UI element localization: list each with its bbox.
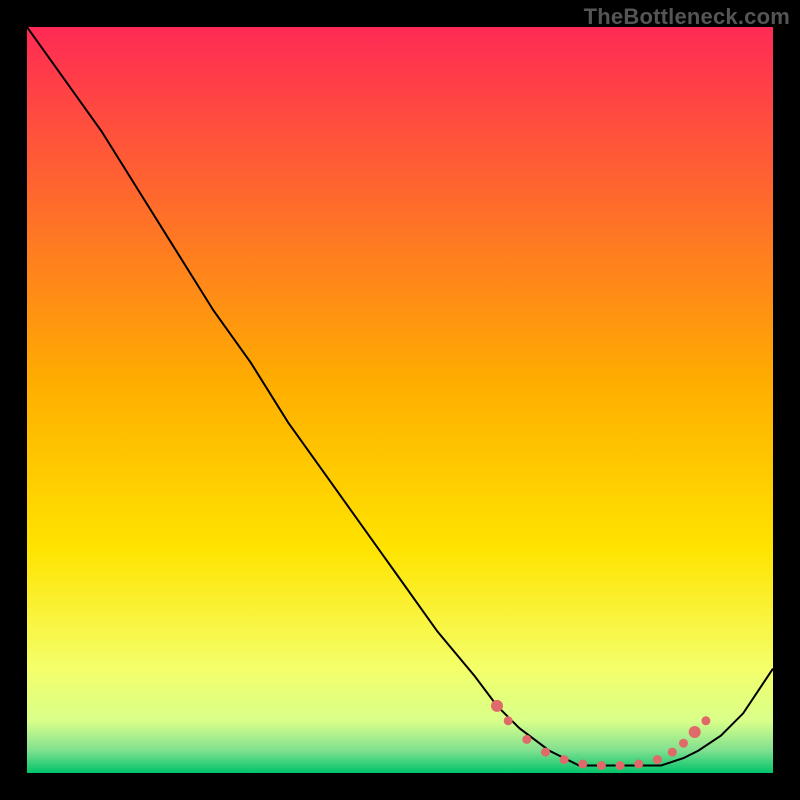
curve-marker: [578, 760, 587, 769]
curve-marker: [634, 760, 643, 769]
curve-marker: [679, 739, 688, 748]
gradient-background: [27, 27, 773, 773]
curve-marker: [689, 726, 701, 738]
curve-marker: [616, 761, 625, 770]
curve-marker: [504, 716, 513, 725]
chart-svg: [27, 27, 773, 773]
curve-marker: [597, 761, 606, 770]
curve-marker: [541, 748, 550, 757]
chart-stage: TheBottleneck.com: [0, 0, 800, 800]
curve-marker: [491, 700, 503, 712]
curve-marker: [653, 755, 662, 764]
plot-area: [27, 27, 773, 773]
curve-marker: [522, 735, 531, 744]
curve-marker: [668, 748, 677, 757]
curve-marker: [560, 755, 569, 764]
curve-marker: [701, 716, 710, 725]
